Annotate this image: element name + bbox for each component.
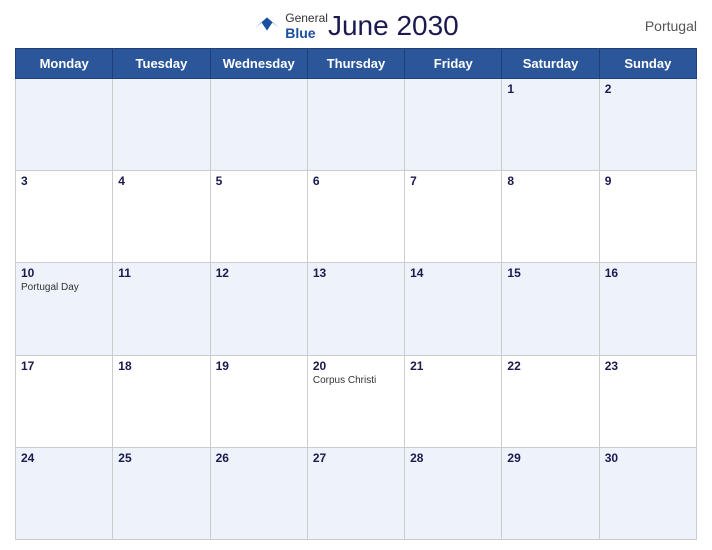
calendar-week-row: 12 xyxy=(16,79,697,171)
calendar-cell: 9 xyxy=(599,171,696,263)
day-number: 11 xyxy=(118,266,204,280)
calendar-header-row: MondayTuesdayWednesdayThursdayFridaySatu… xyxy=(16,49,697,79)
weekday-header: Monday xyxy=(16,49,113,79)
logo: General Blue xyxy=(253,11,328,41)
logo-text: General Blue xyxy=(285,11,328,41)
calendar-cell xyxy=(113,79,210,171)
day-number: 5 xyxy=(216,174,302,188)
weekday-header: Thursday xyxy=(307,49,404,79)
day-number: 1 xyxy=(507,82,593,96)
calendar-cell: 24 xyxy=(16,447,113,539)
logo-general-label: General xyxy=(285,11,328,25)
weekday-header: Saturday xyxy=(502,49,599,79)
logo-bird-icon xyxy=(253,16,281,36)
calendar-cell: 3 xyxy=(16,171,113,263)
day-number: 24 xyxy=(21,451,107,465)
day-number: 12 xyxy=(216,266,302,280)
day-number: 6 xyxy=(313,174,399,188)
day-number: 25 xyxy=(118,451,204,465)
calendar-cell: 30 xyxy=(599,447,696,539)
calendar-cell: 22 xyxy=(502,355,599,447)
day-number: 2 xyxy=(605,82,691,96)
calendar-cell: 11 xyxy=(113,263,210,355)
day-number: 18 xyxy=(118,359,204,373)
calendar-body: 12345678910Portugal Day11121314151617181… xyxy=(16,79,697,540)
event-label: Corpus Christi xyxy=(313,375,399,386)
calendar-cell: 29 xyxy=(502,447,599,539)
day-number: 8 xyxy=(507,174,593,188)
calendar-cell: 28 xyxy=(405,447,502,539)
day-number: 3 xyxy=(21,174,107,188)
day-number: 7 xyxy=(410,174,496,188)
calendar-cell: 18 xyxy=(113,355,210,447)
calendar-cell: 21 xyxy=(405,355,502,447)
calendar-cell: 14 xyxy=(405,263,502,355)
calendar-cell: 15 xyxy=(502,263,599,355)
weekday-header: Sunday xyxy=(599,49,696,79)
calendar-table: MondayTuesdayWednesdayThursdayFridaySatu… xyxy=(15,48,697,540)
calendar-week-row: 10 Portugal Day 11 12 13 14 15 16 xyxy=(16,263,697,355)
calendar-cell xyxy=(405,79,502,171)
day-number: 13 xyxy=(313,266,399,280)
day-number: 16 xyxy=(605,266,691,280)
calendar-cell: 7 xyxy=(405,171,502,263)
country-label: Portugal xyxy=(645,18,697,34)
calendar-header: General Blue June 2030 Portugal xyxy=(15,10,697,42)
day-number: 30 xyxy=(605,451,691,465)
day-number: 27 xyxy=(313,451,399,465)
day-number: 17 xyxy=(21,359,107,373)
day-number: 19 xyxy=(216,359,302,373)
calendar-cell: 12 xyxy=(210,263,307,355)
calendar-cell: 23 xyxy=(599,355,696,447)
calendar-cell: 5 xyxy=(210,171,307,263)
calendar-cell xyxy=(307,79,404,171)
calendar-cell: 26 xyxy=(210,447,307,539)
calendar-cell: 19 xyxy=(210,355,307,447)
calendar-cell: 4 xyxy=(113,171,210,263)
logo-blue-label: Blue xyxy=(285,25,328,41)
calendar-cell: 6 xyxy=(307,171,404,263)
calendar-cell: 1 xyxy=(502,79,599,171)
weekday-header: Wednesday xyxy=(210,49,307,79)
calendar-week-row: 3456789 xyxy=(16,171,697,263)
calendar-cell: 20 Corpus Christi xyxy=(307,355,404,447)
day-number: 9 xyxy=(605,174,691,188)
calendar-cell: 10 Portugal Day xyxy=(16,263,113,355)
day-number: 28 xyxy=(410,451,496,465)
calendar-cell xyxy=(16,79,113,171)
calendar-cell: 2 xyxy=(599,79,696,171)
weekday-header: Tuesday xyxy=(113,49,210,79)
day-number: 22 xyxy=(507,359,593,373)
event-label: Portugal Day xyxy=(21,282,107,293)
day-number: 10 xyxy=(21,266,107,280)
calendar-cell: 13 xyxy=(307,263,404,355)
calendar-cell: 27 xyxy=(307,447,404,539)
calendar-week-row: 17 18 19 20 Corpus Christi 21 22 23 xyxy=(16,355,697,447)
day-number: 4 xyxy=(118,174,204,188)
calendar-cell: 16 xyxy=(599,263,696,355)
page-title: June 2030 xyxy=(328,10,459,42)
day-number: 15 xyxy=(507,266,593,280)
weekday-header: Friday xyxy=(405,49,502,79)
day-number: 23 xyxy=(605,359,691,373)
calendar-cell: 17 xyxy=(16,355,113,447)
day-number: 20 xyxy=(313,359,399,373)
day-number: 26 xyxy=(216,451,302,465)
calendar-cell: 8 xyxy=(502,171,599,263)
day-number: 21 xyxy=(410,359,496,373)
day-number: 14 xyxy=(410,266,496,280)
day-number: 29 xyxy=(507,451,593,465)
calendar-cell: 25 xyxy=(113,447,210,539)
calendar-week-row: 24 25 26 27 28 29 30 xyxy=(16,447,697,539)
calendar-cell xyxy=(210,79,307,171)
